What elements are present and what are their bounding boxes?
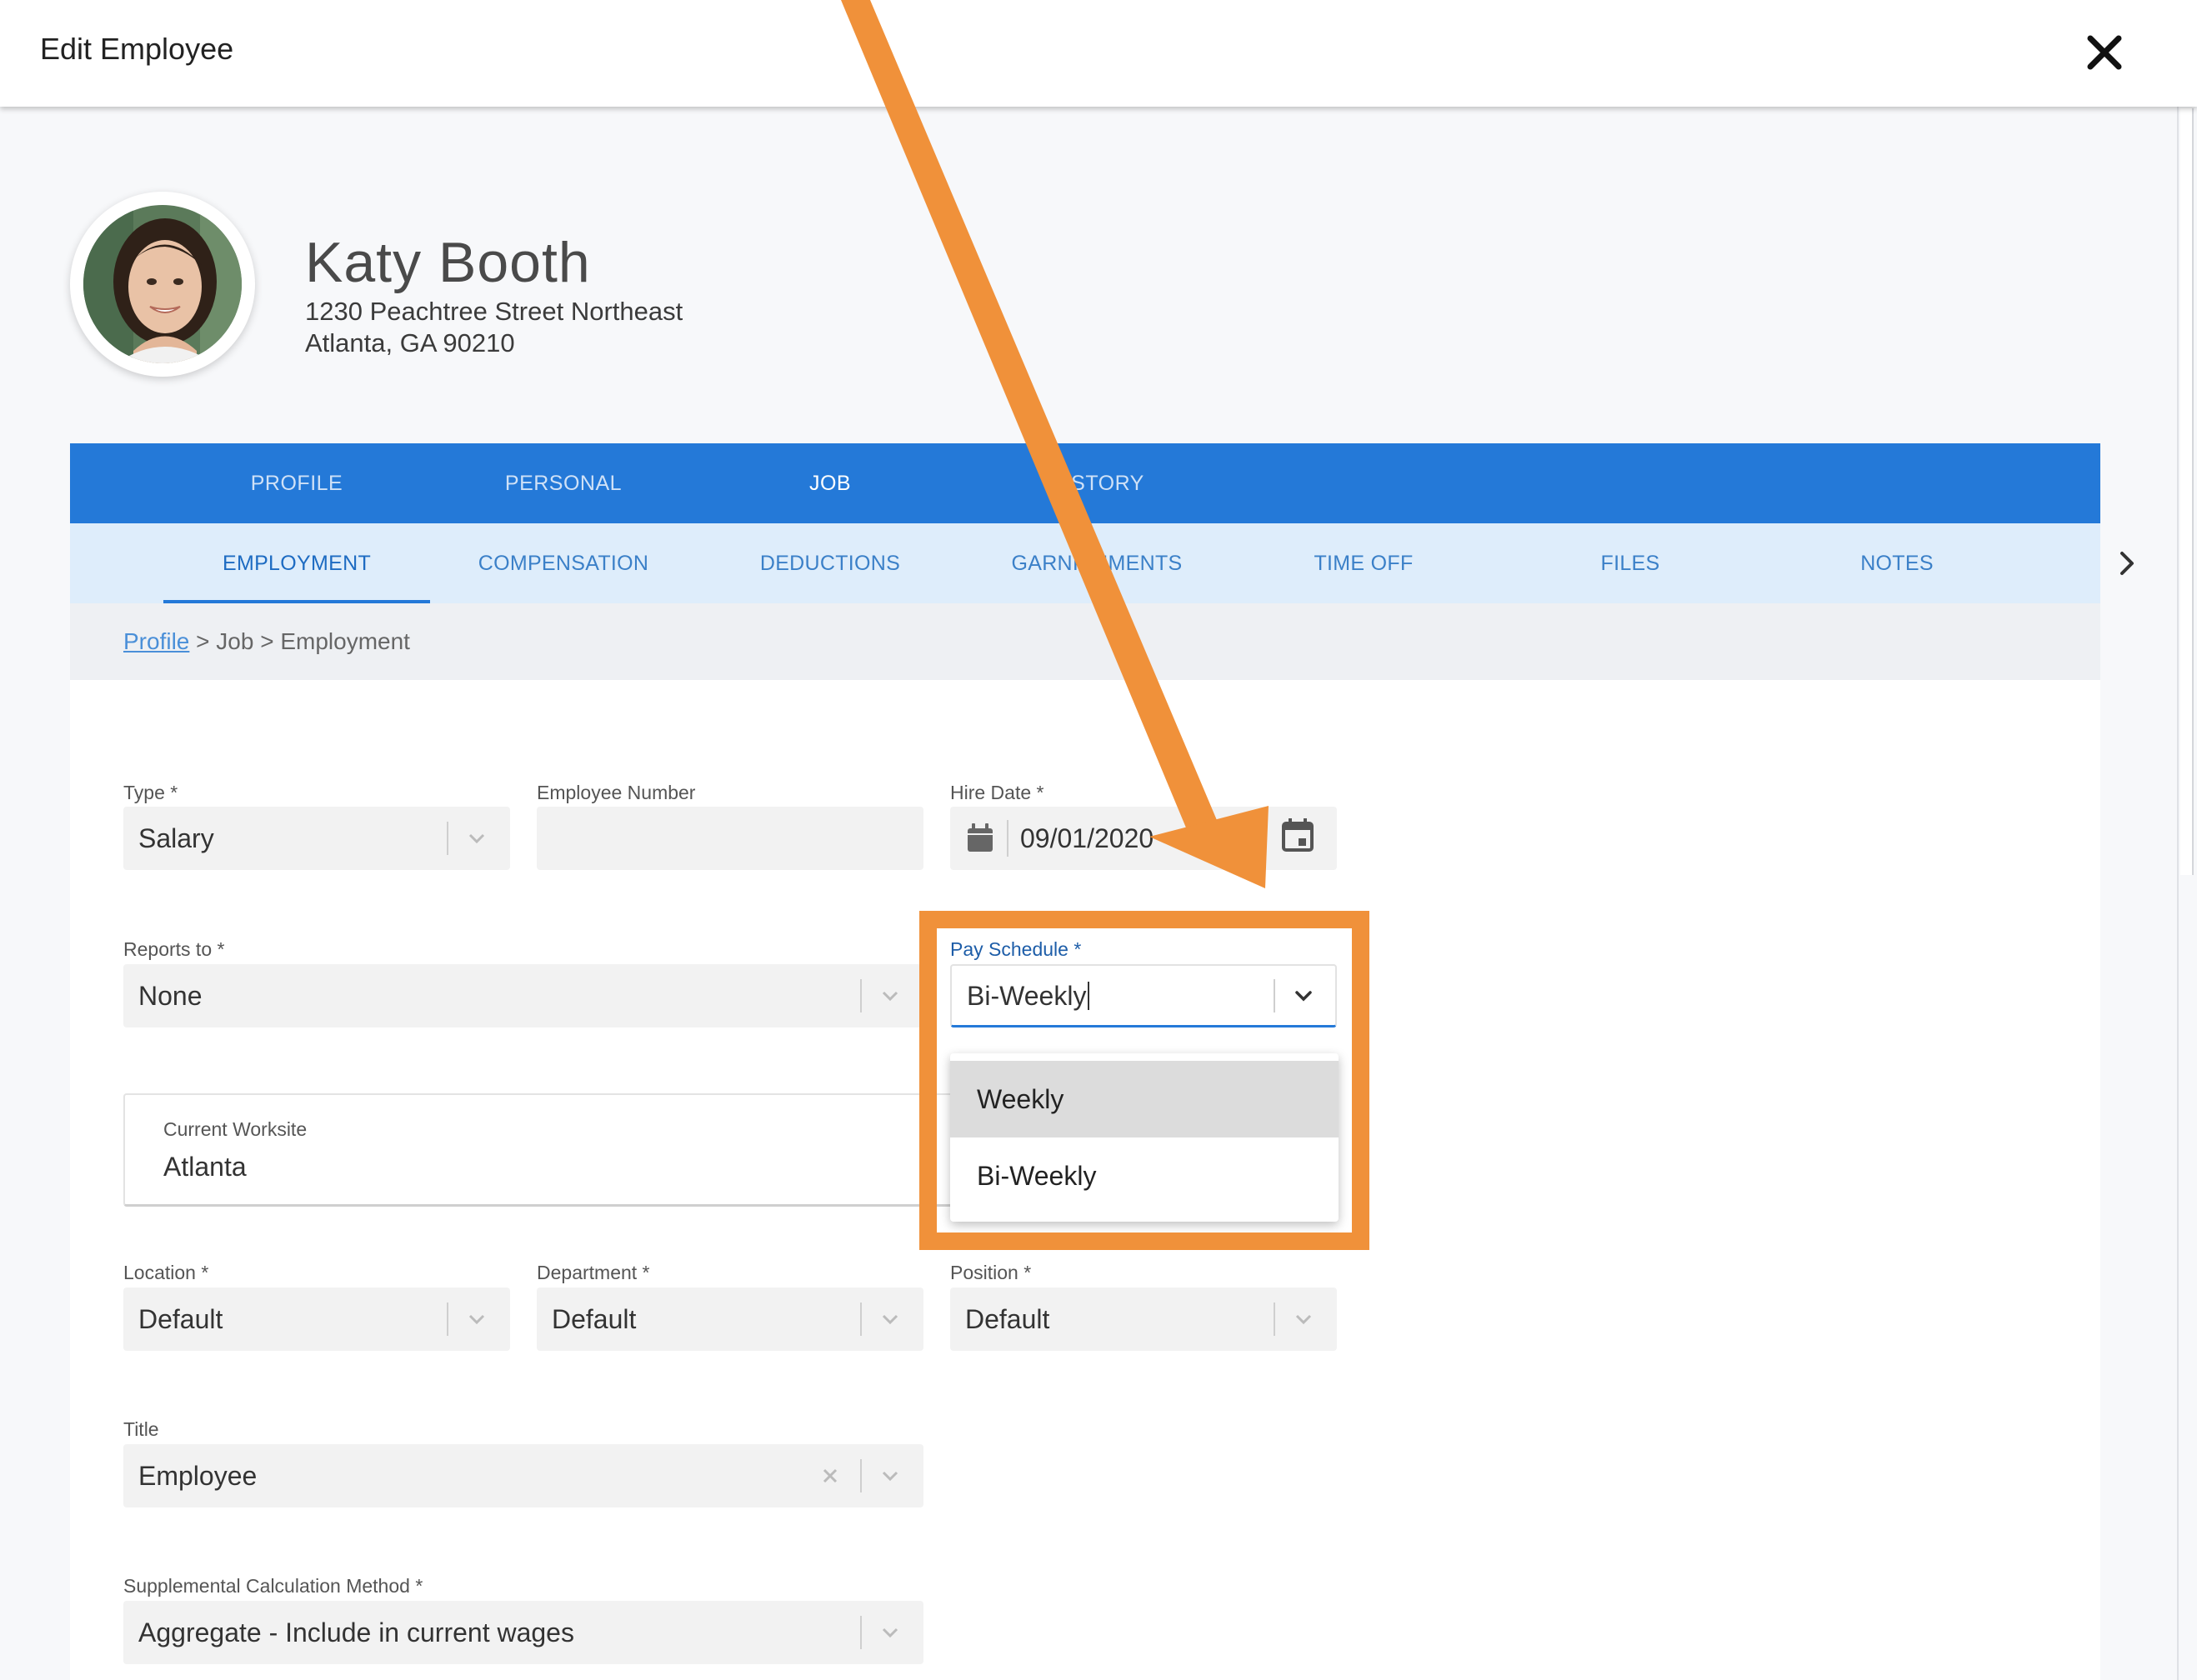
main-tab-bar: PROFILE PERSONAL JOB HISTORY [70,443,2100,523]
department-label: Department * [537,1262,650,1283]
supplemental-method-value: Aggregate - Include in current wages [138,1618,574,1648]
current-worksite-value: Atlanta [163,1152,247,1182]
employee-name: Katy Booth [305,231,591,294]
department-select[interactable]: Default [537,1288,923,1351]
calendar-icon [1282,818,1314,852]
chevron-down-icon[interactable] [878,1308,902,1331]
select-separator [860,1302,862,1336]
option-label: Weekly [977,1084,1064,1114]
pay-schedule-select[interactable]: Bi-Weekly [950,964,1337,1028]
chevron-down-icon[interactable] [878,984,902,1008]
location-label: Location * [123,1262,209,1283]
subtab-files[interactable]: FILES [1497,523,1764,603]
subtab-notes[interactable]: NOTES [1764,523,2030,603]
chevron-right-icon [2120,552,2134,575]
title-label: Title [123,1418,159,1440]
subtab-garnishments[interactable]: GARNISHMENTS [963,523,1230,603]
title-select[interactable]: Employee [123,1444,923,1508]
select-separator [1274,1302,1275,1336]
chevron-down-icon[interactable] [878,1464,902,1488]
employee-address-line1: 1230 Peachtree Street Northeast [305,297,683,326]
type-label: Type * [123,782,178,803]
tab-profile[interactable]: PROFILE [172,443,422,523]
subtab-scroll-right-button[interactable] [2104,540,2150,587]
position-value: Default [965,1304,1050,1334]
select-separator [1274,979,1275,1012]
avatar [70,192,255,377]
subtab-time-off[interactable]: TIME OFF [1230,523,1497,603]
option-label: Bi-Weekly [977,1161,1097,1191]
pay-schedule-option-weekly[interactable]: Weekly [950,1061,1339,1138]
pay-schedule-option-bi-weekly[interactable]: Bi-Weekly [950,1138,1339,1214]
tab-personal[interactable]: PERSONAL [438,443,688,523]
pay-schedule-dropdown: Weekly Bi-Weekly [950,1053,1339,1222]
type-value: Salary [138,823,214,853]
type-select[interactable]: Salary [123,807,510,870]
close-button[interactable] [2080,28,2129,77]
pay-schedule-value: Bi-Weekly [967,981,1090,1012]
current-worksite-card[interactable]: Current Worksite Atlanta [123,1093,957,1207]
date-picker-button[interactable] [1277,815,1319,857]
date-separator [1007,820,1008,857]
chevron-down-icon[interactable] [465,1308,488,1331]
employee-number-label: Employee Number [537,782,696,803]
select-separator [860,979,862,1012]
select-separator [860,1459,862,1492]
employee-number-input[interactable] [537,807,923,870]
select-separator [447,1302,448,1336]
reports-to-label: Reports to * [123,938,225,960]
chevron-down-icon[interactable] [878,1621,902,1644]
breadcrumb: Profile > Job > Employment [123,628,410,655]
employee-address-line2: Atlanta, GA 90210 [305,328,515,358]
select-separator [860,1616,862,1649]
close-icon [2087,35,2122,70]
subtab-compensation[interactable]: COMPENSATION [430,523,697,603]
breadcrumb-path: > Job > Employment [189,628,410,654]
scrollbar-thumb[interactable] [2180,108,2194,875]
reports-to-select[interactable]: None [123,964,923,1028]
subtab-employment[interactable]: EMPLOYMENT [163,523,430,603]
modal-header: Edit Employee [0,0,2197,107]
subtab-deductions[interactable]: DEDUCTIONS [697,523,963,603]
supplemental-method-select[interactable]: Aggregate - Include in current wages [123,1601,923,1664]
breadcrumb-bar: Profile > Job > Employment [70,603,2100,680]
reports-to-value: None [138,981,203,1011]
current-worksite-label: Current Worksite [163,1118,308,1140]
text-caret [1088,982,1090,1010]
chevron-down-icon[interactable] [465,827,488,850]
location-value: Default [138,1304,223,1334]
position-select[interactable]: Default [950,1288,1337,1351]
location-select[interactable]: Default [123,1288,510,1351]
tab-job[interactable]: JOB [705,443,955,523]
pay-schedule-text: Bi-Weekly [967,981,1087,1011]
pay-schedule-label: Pay Schedule * [950,938,1082,960]
select-separator [447,822,448,855]
breadcrumb-profile-link[interactable]: Profile [123,628,189,654]
chevron-down-icon[interactable] [1292,984,1315,1008]
modal-title: Edit Employee [40,32,234,66]
tab-history[interactable]: HISTORY [972,443,1222,523]
sub-tab-bar: EMPLOYMENT COMPENSATION DEDUCTIONS GARNI… [70,523,2134,603]
chevron-down-icon[interactable] [1292,1308,1315,1331]
avatar-photo [83,205,242,363]
position-label: Position * [950,1262,1032,1283]
calendar-icon [968,823,993,852]
department-value: Default [552,1304,637,1334]
clear-icon[interactable] [818,1464,842,1488]
hire-date-value: 09/01/2020 [1020,823,1154,853]
hire-date-label: Hire Date * [950,782,1044,803]
title-value: Employee [138,1461,258,1491]
supplemental-method-label: Supplemental Calculation Method * [123,1575,423,1597]
